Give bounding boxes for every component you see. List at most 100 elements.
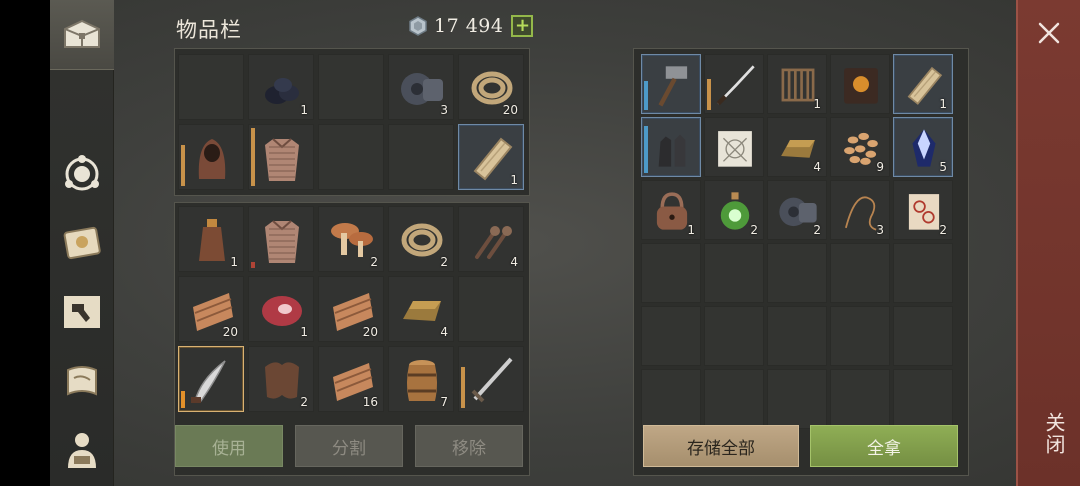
inventory-slot[interactable] <box>388 124 454 190</box>
journal-icon[interactable] <box>56 216 108 268</box>
item-count: 3 <box>876 223 884 237</box>
storage-slot-empty[interactable] <box>830 369 890 429</box>
inventory-slot[interactable] <box>704 54 764 114</box>
inventory-slot[interactable]: 1 <box>178 206 244 272</box>
side-nav <box>50 0 114 486</box>
inventory-slot[interactable]: 3 <box>388 54 454 120</box>
inventory-slot[interactable]: 2 <box>318 206 384 272</box>
split-button[interactable]: 分割 <box>295 425 403 467</box>
storage-slot-empty[interactable] <box>641 369 701 429</box>
inventory-slot[interactable]: 1 <box>767 54 827 114</box>
use-button[interactable]: 使用 <box>175 425 283 467</box>
inventory-slot[interactable] <box>178 124 244 190</box>
inventory-slot[interactable]: 20 <box>178 276 244 342</box>
inventory-slot[interactable]: 2 <box>893 180 953 240</box>
inventory-slot[interactable]: 4 <box>388 276 454 342</box>
inventory-slot[interactable] <box>458 276 524 342</box>
inventory-slot[interactable]: 2 <box>388 206 454 272</box>
item-count: 3 <box>440 103 448 117</box>
durability-bar <box>461 367 465 408</box>
inventory-slot[interactable]: 7 <box>388 346 454 412</box>
item-count: 4 <box>440 325 448 339</box>
storage-slot-empty[interactable] <box>704 243 764 303</box>
storage-slot-empty[interactable] <box>641 243 701 303</box>
item-count: 1 <box>230 255 238 269</box>
add-currency-button[interactable]: + <box>511 15 534 37</box>
item-count: 20 <box>502 103 518 117</box>
chest-icon[interactable] <box>56 8 108 60</box>
durability-bar <box>707 79 711 110</box>
inventory-title: 物品栏 <box>176 18 242 42</box>
inventory-slot[interactable] <box>830 54 890 114</box>
inventory-slot[interactable] <box>318 124 384 190</box>
item-count: 1 <box>300 103 308 117</box>
inventory-slot[interactable] <box>318 54 384 120</box>
blueprint-icon <box>718 131 752 167</box>
storage-slot-empty[interactable] <box>893 243 953 303</box>
inventory-slot[interactable]: 1 <box>641 180 701 240</box>
item-count: 7 <box>440 395 448 409</box>
gloves-icon <box>658 134 686 167</box>
inventory-slot[interactable]: 1 <box>248 276 314 342</box>
item-count: 4 <box>510 255 518 269</box>
inventory-slot[interactable] <box>641 54 701 114</box>
durability-bar <box>181 391 185 408</box>
store-all-button[interactable]: 存储全部 <box>643 425 799 467</box>
inventory-slot[interactable]: 4 <box>458 206 524 272</box>
close-panel[interactable]: 关闭 <box>1016 0 1080 486</box>
storage-slot-empty[interactable] <box>830 243 890 303</box>
item-count: 2 <box>300 395 308 409</box>
crafting-icon[interactable] <box>56 286 108 338</box>
storage-slot-empty[interactable] <box>767 306 827 366</box>
inventory-slot[interactable]: 4 <box>767 117 827 177</box>
inventory-slot[interactable]: 20 <box>318 276 384 342</box>
item-count: 20 <box>222 325 238 339</box>
item-count: 1 <box>813 97 821 111</box>
storage-slot-empty[interactable] <box>641 306 701 366</box>
take-all-button[interactable]: 全拿 <box>810 425 958 467</box>
durability-bar <box>644 126 648 173</box>
inventory-slot[interactable]: 2 <box>704 180 764 240</box>
storage-slot-empty[interactable] <box>893 369 953 429</box>
inventory-slot[interactable] <box>248 124 314 190</box>
item-count: 9 <box>876 160 884 174</box>
close-icon[interactable] <box>1034 18 1064 48</box>
inventory-slot[interactable]: 1 <box>893 54 953 114</box>
hammer-icon <box>658 66 688 107</box>
inventory-slot[interactable]: 1 <box>458 124 524 190</box>
remove-button[interactable]: 移除 <box>415 425 523 467</box>
item-count: 16 <box>362 395 378 409</box>
inventory-slot[interactable] <box>178 54 244 120</box>
map-scroll-icon[interactable] <box>56 356 108 408</box>
inventory-slot[interactable] <box>248 206 314 272</box>
character-icon[interactable] <box>56 424 108 476</box>
currency-amount: 17 494 <box>434 15 504 37</box>
hood-icon <box>198 139 226 179</box>
storage-slot-empty[interactable] <box>704 306 764 366</box>
game-screen: 物品栏 17 494 + 1 3 20 1 1 2 2 4 20 1 20 4 2 16 7 使用 分割 … <box>50 0 1080 486</box>
inventory-slot[interactable] <box>704 117 764 177</box>
inventory-slot[interactable] <box>178 346 244 412</box>
inventory-slot[interactable]: 2 <box>248 346 314 412</box>
inventory-slot[interactable]: 5 <box>893 117 953 177</box>
inventory-slot[interactable]: 1 <box>248 54 314 120</box>
inventory-slot[interactable] <box>641 117 701 177</box>
inventory-slot[interactable] <box>458 346 524 412</box>
curved-blade-icon <box>191 360 226 403</box>
storage-slot-empty[interactable] <box>830 306 890 366</box>
storage-slot-empty[interactable] <box>767 369 827 429</box>
storage-slot-empty[interactable] <box>767 243 827 303</box>
inventory-slot[interactable]: 2 <box>767 180 827 240</box>
durability-bar <box>251 128 255 186</box>
coin-icon <box>409 16 427 36</box>
inventory-slot[interactable]: 20 <box>458 54 524 120</box>
durability-bar <box>181 145 185 186</box>
close-button-label[interactable]: 关闭 <box>1040 412 1069 456</box>
inventory-slot[interactable]: 16 <box>318 346 384 412</box>
skills-icon[interactable] <box>56 148 108 200</box>
item-count: 2 <box>440 255 448 269</box>
inventory-slot[interactable]: 9 <box>830 117 890 177</box>
storage-slot-empty[interactable] <box>893 306 953 366</box>
storage-slot-empty[interactable] <box>704 369 764 429</box>
inventory-slot[interactable]: 3 <box>830 180 890 240</box>
